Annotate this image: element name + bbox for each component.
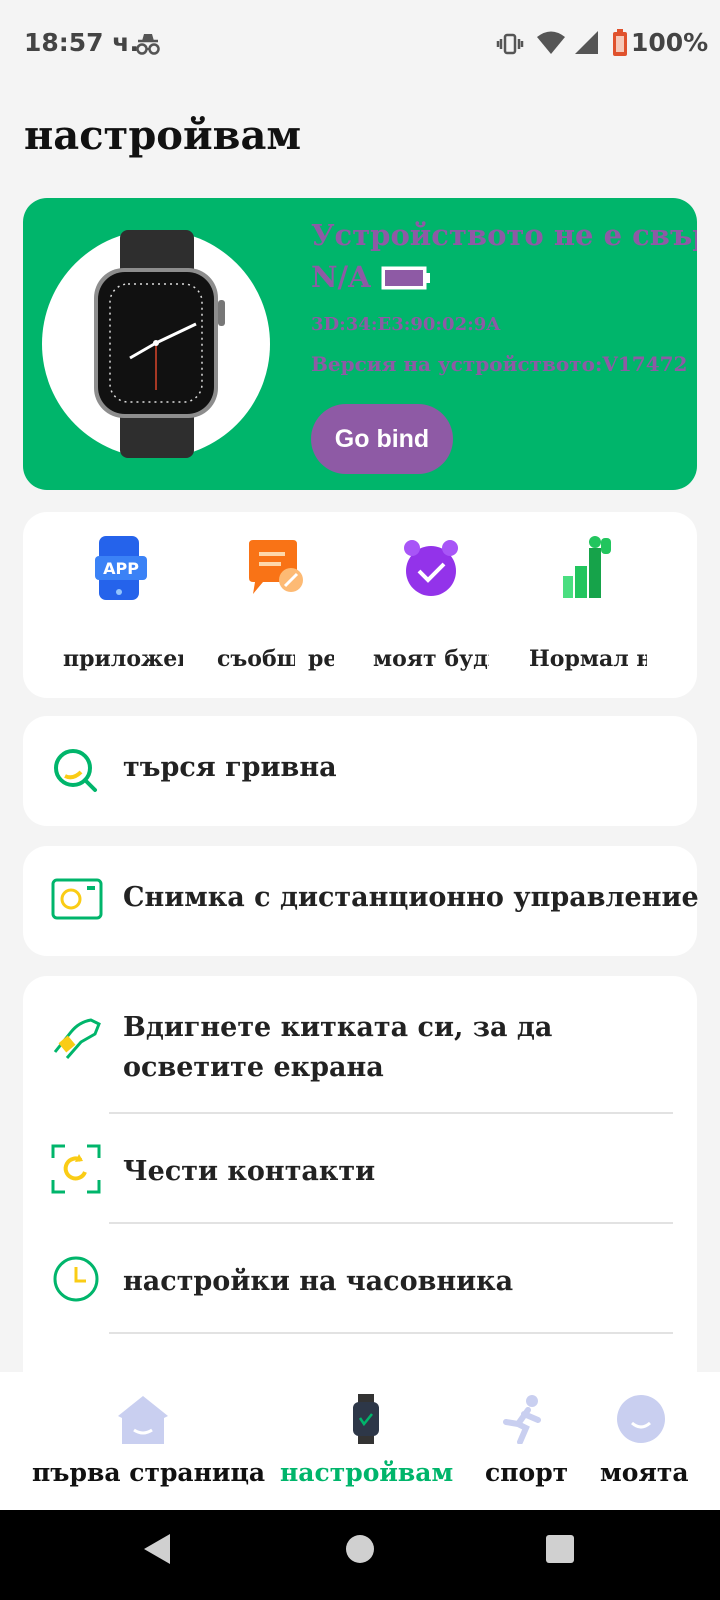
remote-photo-label: Снимка с дистанционно управление <box>123 882 699 913</box>
battery-icon <box>612 29 628 61</box>
app-icon: APP <box>95 534 147 606</box>
incognito-icon <box>134 30 162 62</box>
device-battery-icon <box>381 266 431 294</box>
nav-settings-label: настройвам <box>280 1458 454 1487</box>
divider <box>109 1332 673 1334</box>
search-icon <box>51 746 101 800</box>
device-mac: 3D:34:E3:90:02:9A <box>311 314 501 335</box>
quick-action-messages-label: съобщенията <box>217 646 295 672</box>
vibrate-icon <box>496 30 524 62</box>
status-bar: 18:57 ч. 100% <box>0 0 720 88</box>
settings-list-card: Вдигнете китката си, за да осветите екра… <box>23 976 697 1436</box>
watch-image <box>42 230 270 458</box>
nav-profile-label: моята <box>600 1458 689 1487</box>
system-nav-bar <box>0 1510 720 1600</box>
status-time: 18:57 ч. <box>24 28 139 57</box>
running-icon <box>500 1394 550 1448</box>
divider <box>109 1222 673 1224</box>
recents-icon[interactable] <box>545 1532 575 1570</box>
alarm-clock-icon <box>401 538 461 602</box>
svg-text:APP: APP <box>103 559 139 578</box>
wifi-icon <box>536 30 566 60</box>
remote-photo-row[interactable]: Снимка с дистанционно управление <box>23 846 699 956</box>
device-name: N/A <box>311 260 371 294</box>
quick-action-app-label: приложението <box>63 646 183 672</box>
home-icon <box>116 1394 170 1450</box>
raise-wrist-icon <box>51 1012 103 1068</box>
home-button-icon[interactable] <box>345 1532 375 1570</box>
page-title: настройвам <box>24 112 302 159</box>
nav-home[interactable]: първа страница <box>20 1372 265 1510</box>
signal-icon <box>574 30 600 60</box>
divider <box>109 1112 673 1114</box>
back-icon[interactable] <box>142 1532 172 1570</box>
profile-icon <box>616 1394 666 1448</box>
device-version: Версия на устройството:V17472 <box>311 352 688 376</box>
clock-icon <box>51 1254 101 1308</box>
bottom-nav: първа страница настройвам спорт моята <box>0 1372 720 1510</box>
nav-sport[interactable]: спорт <box>480 1372 570 1510</box>
message-icon <box>247 538 305 604</box>
quick-action-alarm-label: моят будилник <box>373 646 489 672</box>
nav-sport-label: спорт <box>485 1458 569 1487</box>
frequent-contacts-label: Чести контакти <box>123 1156 376 1187</box>
watch-settings-label: настройки на часовника <box>123 1266 514 1297</box>
device-status: Устройството не е свързано <box>311 218 697 252</box>
nav-profile[interactable]: моята <box>596 1372 696 1510</box>
watch-icon <box>352 1394 380 1448</box>
camera-icon <box>51 878 103 924</box>
nav-home-label: първа страница <box>32 1458 266 1487</box>
battery-percent: 100% <box>631 28 709 57</box>
watch-settings-row[interactable]: настройки на часовника <box>23 1226 697 1336</box>
quick-action-fitness-label: Нормал начин <box>529 646 647 672</box>
frequent-contacts-row[interactable]: Чести контакти <box>23 1116 697 1226</box>
nav-settings[interactable]: настройвам <box>280 1372 454 1510</box>
find-band-row[interactable]: търся гривна <box>23 716 697 826</box>
raise-wrist-row[interactable]: Вдигнете китката си, за да осветите екра… <box>23 976 697 1088</box>
contacts-sync-icon <box>51 1144 101 1198</box>
device-card: Устройството не е свързано N/A 3D:34:E3:… <box>23 198 697 490</box>
fitness-icon <box>561 534 615 606</box>
raise-wrist-label: Вдигнете китката си, за да осветите екра… <box>123 1012 553 1083</box>
find-band-label: търся гривна <box>123 752 337 783</box>
quick-actions-card: APP приложението съобщенията ре моят буд… <box>23 512 697 698</box>
go-bind-button[interactable]: Go bind <box>311 404 453 474</box>
quick-action-partial-label: ре <box>308 646 334 672</box>
